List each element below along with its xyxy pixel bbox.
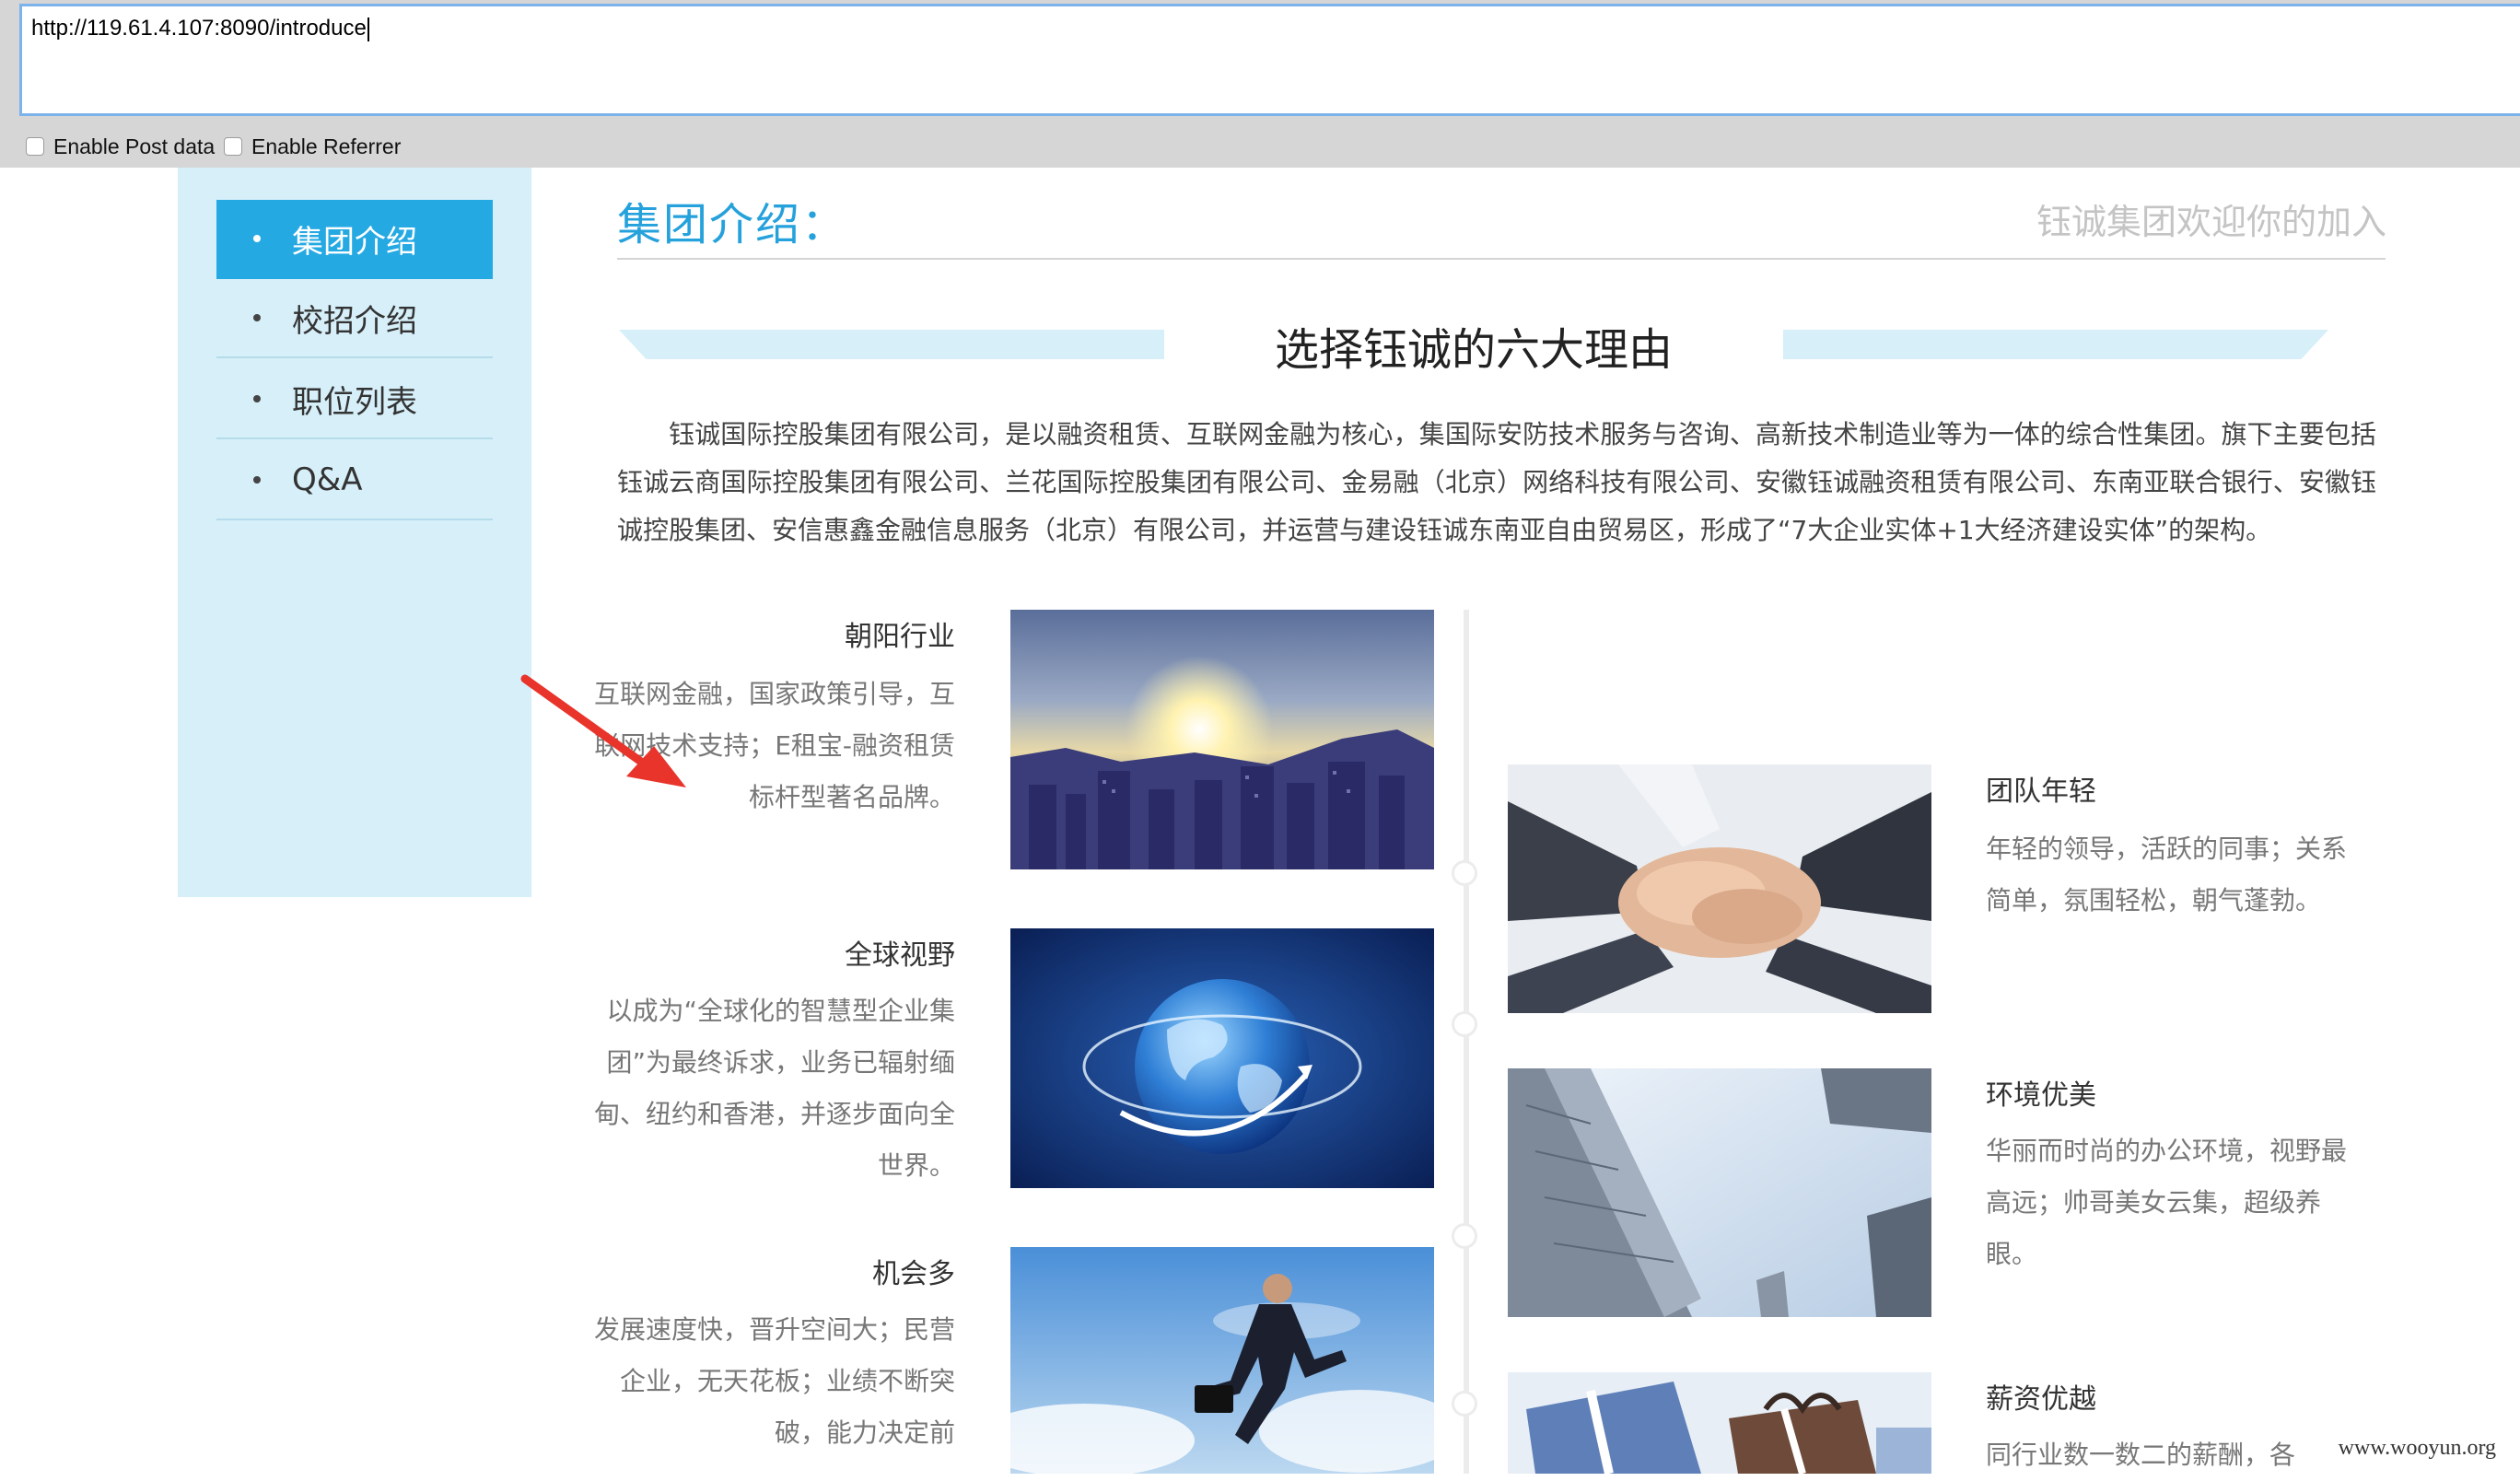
page-title: 集团介绍： xyxy=(617,199,848,251)
feature-title-good-salary: 薪资优越 xyxy=(1986,1383,2096,1416)
timeline-node xyxy=(1452,1011,1477,1037)
enable-post-data-checkbox[interactable] xyxy=(26,137,44,156)
sidebar-item-label: Q&A xyxy=(292,461,363,498)
stacked-hands-photo xyxy=(1508,764,1931,1013)
sidebar: 集团介绍 校招介绍 职位列表 Q&A xyxy=(178,168,531,897)
sidebar-item-campus-recruit[interactable]: 校招介绍 xyxy=(216,279,493,358)
bullet-icon xyxy=(253,314,261,321)
feature-desc-global-vision: 以成为“全球化的智慧型企业集团”为最终诉求，业务已辐射缅甸、纽约和香港，并逐步面… xyxy=(593,996,955,1181)
timeline-node xyxy=(1452,1223,1477,1249)
feature-title-nice-environment: 环境优美 xyxy=(1986,1079,2096,1112)
welcome-slogan: 钰诚集团欢迎你的加入 xyxy=(2036,202,2386,242)
url-input[interactable]: http://119.61.4.107:8090/introduce xyxy=(19,4,2520,116)
decor-band-left xyxy=(619,330,1164,359)
sidebar-item-group-intro[interactable]: 集团介绍 xyxy=(216,200,493,279)
red-arrow-icon xyxy=(520,674,686,787)
sidebar-item-qa[interactable]: Q&A xyxy=(216,441,493,520)
enable-post-data-option[interactable]: Enable Post data xyxy=(26,133,215,160)
feature-desc-young-team: 年轻的领导，活跃的同事；关系简单，氛围轻松，朝气蓬勃。 xyxy=(1986,834,2348,915)
feature-desc-many-opportunities: 发展速度快，晋升空间大；民营企业，无天花板；业绩不断突破，能力决定前 xyxy=(593,1314,955,1448)
feature-title-many-opportunities: 机会多 xyxy=(872,1258,955,1290)
request-toolbar: http://119.61.4.107:8090/introduce Enabl… xyxy=(0,0,2520,168)
decor-band-right xyxy=(1783,330,2328,359)
watermark: www.wooyun.org xyxy=(2338,1436,2496,1460)
feature-title-young-team: 团队年轻 xyxy=(1986,775,2096,808)
sidebar-item-job-list[interactable]: 职位列表 xyxy=(216,360,493,439)
url-text[interactable]: http://119.61.4.107:8090/introduce xyxy=(31,16,369,41)
globe-photo xyxy=(1010,928,1434,1188)
enable-post-data-label[interactable]: Enable Post data xyxy=(53,134,215,159)
feature-title-global-vision: 全球视野 xyxy=(845,939,955,972)
bullet-icon xyxy=(253,235,261,242)
gift-boxes-photo xyxy=(1508,1372,1931,1474)
businessman-running-photo xyxy=(1010,1247,1434,1474)
timeline-line xyxy=(1464,610,1469,1474)
sidebar-item-label: 校招介绍 xyxy=(292,302,417,340)
company-intro-text: 钰诚国际控股集团有限公司，是以融资租赁、互联网金融为核心，集国际安防技术服务与咨… xyxy=(617,419,2376,545)
enable-referrer-checkbox[interactable] xyxy=(224,137,242,156)
sidebar-item-label: 集团介绍 xyxy=(292,223,417,261)
feature-desc-nice-environment: 华丽而时尚的办公环境，视野最高远；帅哥美女云集，超级养眼。 xyxy=(1986,1136,2348,1269)
feature-title-sunrise-industry: 朝阳行业 xyxy=(845,621,955,653)
title-divider xyxy=(617,258,2386,260)
sunrise-city-photo xyxy=(1010,610,1434,869)
bullet-icon xyxy=(253,395,261,402)
bullet-icon xyxy=(253,476,261,484)
timeline-node xyxy=(1452,860,1477,886)
company-intro-paragraph: 钰诚国际控股集团有限公司，是以融资租赁、互联网金融为核心，集国际安防技术服务与咨… xyxy=(617,411,2376,554)
enable-referrer-option[interactable]: Enable Referrer xyxy=(224,133,401,160)
sidebar-item-label: 职位列表 xyxy=(292,383,417,421)
timeline-node xyxy=(1452,1391,1477,1417)
reasons-heading: 选择钰诚的六大理由 xyxy=(1274,324,1673,376)
skyscrapers-photo xyxy=(1508,1068,1931,1317)
enable-referrer-label[interactable]: Enable Referrer xyxy=(251,134,401,159)
